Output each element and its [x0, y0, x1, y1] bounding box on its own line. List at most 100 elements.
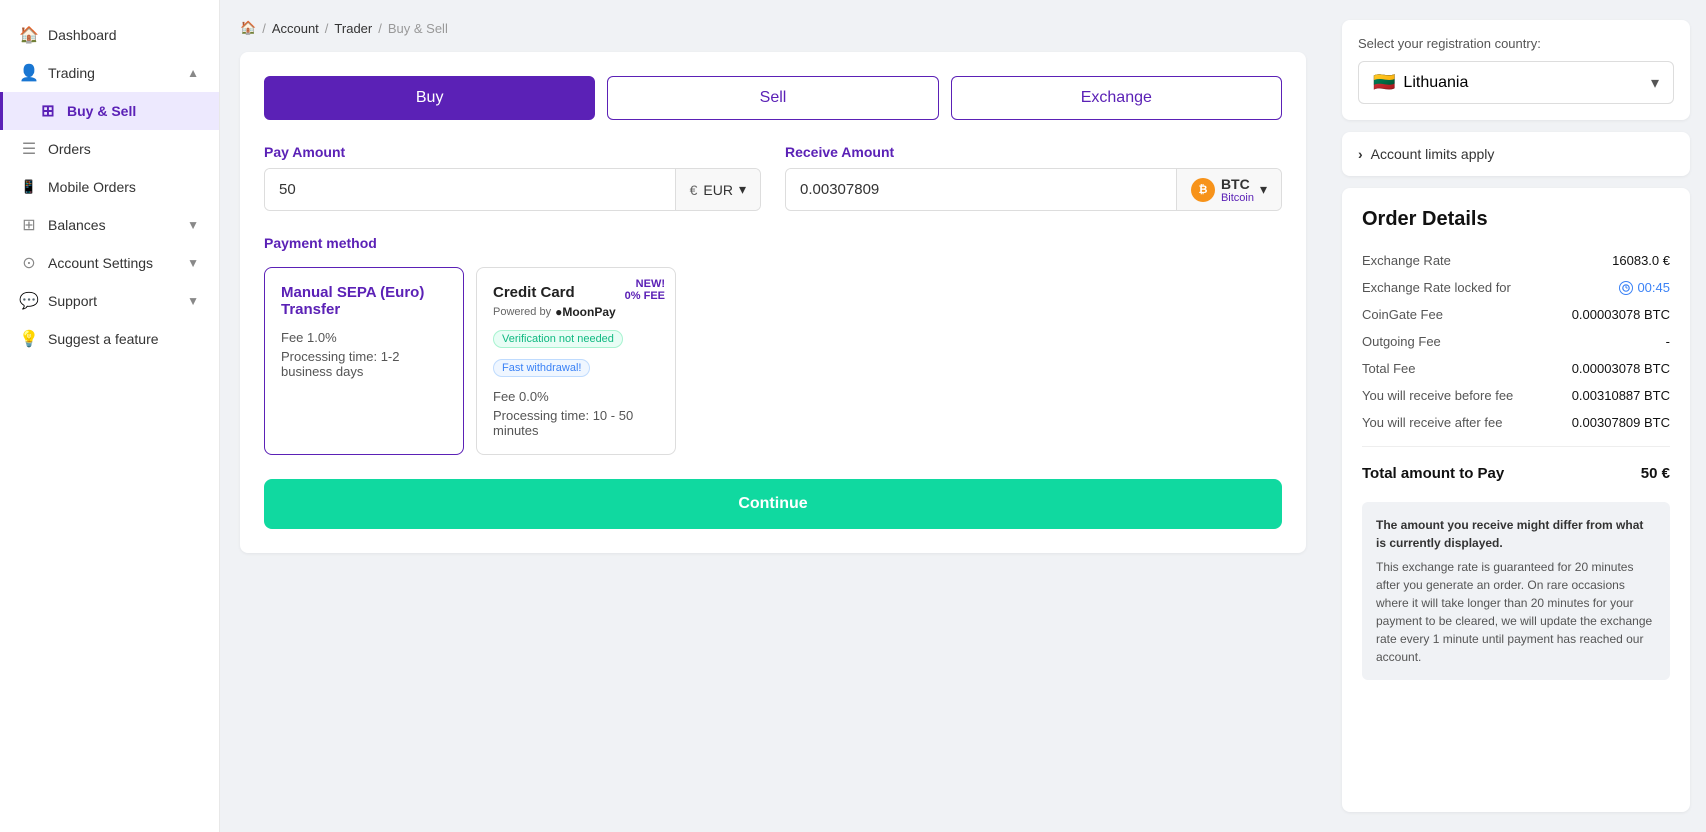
- order-row-label: Exchange Rate locked for: [1362, 280, 1511, 295]
- order-row-label: CoinGate Fee: [1362, 307, 1443, 322]
- moonpay-logo: ●MoonPay: [555, 305, 616, 319]
- breadcrumb-trader[interactable]: Trader: [334, 21, 372, 36]
- order-divider: [1362, 446, 1670, 447]
- pay-amount-input-row: € EUR ▾: [264, 168, 761, 211]
- trade-tabs: Buy Sell Exchange: [264, 76, 1282, 120]
- account-settings-icon: ⊙: [20, 254, 38, 272]
- suggest-icon: 💡: [20, 330, 38, 348]
- order-total-row: Total amount to Pay 50 €: [1362, 457, 1670, 490]
- sidebar-item-label: Suggest a feature: [48, 331, 159, 347]
- order-row-label: Outgoing Fee: [1362, 334, 1441, 349]
- sidebar-item-label: Buy & Sell: [67, 103, 136, 119]
- breadcrumb-account[interactable]: Account: [272, 21, 319, 36]
- receive-amount-group: Receive Amount ₿ BTC Bitcoin ▾: [785, 144, 1282, 211]
- powered-by: Powered by ●MoonPay: [493, 305, 659, 319]
- payment-method-title: Payment method: [264, 235, 1282, 251]
- payment-cards: Manual SEPA (Euro) Transfer Fee 1.0% Pro…: [264, 267, 1282, 455]
- chevron-down-icon-3: ▼: [187, 294, 199, 308]
- dashboard-icon: 🏠: [20, 26, 38, 44]
- pay-amount-input[interactable]: [265, 169, 675, 210]
- order-row-label: You will receive before fee: [1362, 388, 1513, 403]
- receive-amount-input-row: ₿ BTC Bitcoin ▾: [785, 168, 1282, 211]
- btc-label: BTC Bitcoin: [1221, 176, 1254, 204]
- sidebar-item-buy-sell[interactable]: ⊞ Buy & Sell: [0, 92, 219, 130]
- receive-amount-label: Receive Amount: [785, 144, 1282, 160]
- disclaimer-bold: The amount you receive might differ from…: [1376, 516, 1656, 552]
- right-panel: Select your registration country: 🇱🇹 Lit…: [1326, 0, 1706, 832]
- sidebar-item-orders[interactable]: ☰ Orders: [0, 130, 219, 168]
- receive-currency-select[interactable]: ₿ BTC Bitcoin ▾: [1176, 169, 1281, 210]
- breadcrumb: 🏠 / Account / Trader / Buy & Sell: [240, 20, 1306, 36]
- disclaimer: The amount you receive might differ from…: [1362, 502, 1670, 680]
- sidebar: 🏠 Dashboard 👤 Trading ▲ ⊞ Buy & Sell ☰ O…: [0, 0, 220, 832]
- sidebar-item-label: Dashboard: [48, 27, 117, 43]
- main-content: 🏠 / Account / Trader / Buy & Sell Buy Se…: [220, 0, 1326, 832]
- buy-tab[interactable]: Buy: [264, 76, 595, 120]
- order-row-label: Exchange Rate: [1362, 253, 1451, 268]
- mobile-orders-icon: 📱: [20, 178, 38, 196]
- pay-currency-label: EUR: [703, 182, 733, 198]
- sepa-payment-card[interactable]: Manual SEPA (Euro) Transfer Fee 1.0% Pro…: [264, 267, 464, 455]
- order-row-value: 00:45: [1619, 280, 1670, 295]
- badge-withdrawal: Fast withdrawal!: [493, 359, 590, 377]
- exchange-tab[interactable]: Exchange: [951, 76, 1282, 120]
- sidebar-item-label: Trading: [48, 65, 95, 81]
- limits-card[interactable]: › Account limits apply: [1342, 132, 1690, 176]
- sidebar-item-label: Orders: [48, 141, 91, 157]
- breadcrumb-sep: /: [262, 21, 266, 36]
- sidebar-item-dashboard[interactable]: 🏠 Dashboard: [0, 16, 219, 54]
- cc-fee: Fee 0.0%: [493, 389, 659, 404]
- sidebar-item-mobile-orders[interactable]: 📱 Mobile Orders: [0, 168, 219, 206]
- sidebar-item-support[interactable]: 💬 Support ▼: [0, 282, 219, 320]
- receive-chevron-icon: ▾: [1260, 181, 1267, 198]
- order-total-value: 50 €: [1641, 465, 1670, 482]
- sidebar-item-trading[interactable]: 👤 Trading ▲: [0, 54, 219, 92]
- order-details-card: Order Details Exchange Rate 16083.0 € Ex…: [1342, 188, 1690, 812]
- order-row-value: -: [1666, 334, 1670, 349]
- order-row-outgoing-fee: Outgoing Fee -: [1362, 328, 1670, 355]
- chevron-down-icon-2: ▼: [187, 256, 199, 270]
- balances-icon: ⊞: [20, 216, 38, 234]
- sidebar-item-suggest[interactable]: 💡 Suggest a feature: [0, 320, 219, 358]
- btc-name: BTC: [1221, 176, 1254, 192]
- order-row-label: You will receive after fee: [1362, 415, 1502, 430]
- sell-tab[interactable]: Sell: [607, 76, 938, 120]
- euro-symbol: €: [690, 182, 698, 198]
- receive-amount-input[interactable]: [786, 169, 1176, 210]
- chevron-up-icon: ▲: [187, 66, 199, 80]
- pay-amount-label: Pay Amount: [264, 144, 761, 160]
- pay-amount-group: Pay Amount € EUR ▾: [264, 144, 761, 211]
- sidebar-item-label: Mobile Orders: [48, 179, 136, 195]
- trading-icon: 👤: [20, 64, 38, 82]
- continue-button[interactable]: Continue: [264, 479, 1282, 529]
- cc-processing: Processing time: 10 - 50 minutes: [493, 408, 659, 438]
- order-row-value: 0.00003078 BTC: [1572, 361, 1670, 376]
- order-row-coingate-fee: CoinGate Fee 0.00003078 BTC: [1362, 301, 1670, 328]
- limits-label: Account limits apply: [1371, 146, 1495, 162]
- sidebar-item-label: Support: [48, 293, 97, 309]
- amount-row: Pay Amount € EUR ▾ Receive Amount ₿: [264, 144, 1282, 211]
- country-select[interactable]: 🇱🇹 Lithuania ▾: [1358, 61, 1674, 104]
- order-row-before-fee: You will receive before fee 0.00310887 B…: [1362, 382, 1670, 409]
- support-icon: 💬: [20, 292, 38, 310]
- home-icon: 🏠: [240, 20, 256, 36]
- country-label: Select your registration country:: [1358, 36, 1674, 51]
- credit-card-payment-card[interactable]: NEW! 0% FEE Credit Card Powered by ●Moon…: [476, 267, 676, 455]
- clock-icon: [1619, 281, 1633, 295]
- trade-card: Buy Sell Exchange Pay Amount € EUR ▾: [240, 52, 1306, 553]
- buy-sell-icon: ⊞: [39, 102, 57, 120]
- order-row-total-fee: Total Fee 0.00003078 BTC: [1362, 355, 1670, 382]
- sidebar-item-balances[interactable]: ⊞ Balances ▼: [0, 206, 219, 244]
- sepa-title: Manual SEPA (Euro) Transfer: [281, 284, 447, 318]
- sepa-processing: Processing time: 1-2 business days: [281, 349, 447, 379]
- orders-icon: ☰: [20, 140, 38, 158]
- badge-verification: Verification not needed: [493, 330, 623, 348]
- btc-sub: Bitcoin: [1221, 192, 1254, 204]
- sidebar-item-account-settings[interactable]: ⊙ Account Settings ▼: [0, 244, 219, 282]
- btc-icon: ₿: [1191, 178, 1215, 202]
- order-row-value: 0.00003078 BTC: [1572, 307, 1670, 322]
- disclaimer-text: This exchange rate is guaranteed for 20 …: [1376, 560, 1652, 664]
- order-row-after-fee: You will receive after fee 0.00307809 BT…: [1362, 409, 1670, 436]
- order-details-title: Order Details: [1362, 208, 1670, 231]
- pay-currency-select[interactable]: € EUR ▾: [675, 169, 760, 210]
